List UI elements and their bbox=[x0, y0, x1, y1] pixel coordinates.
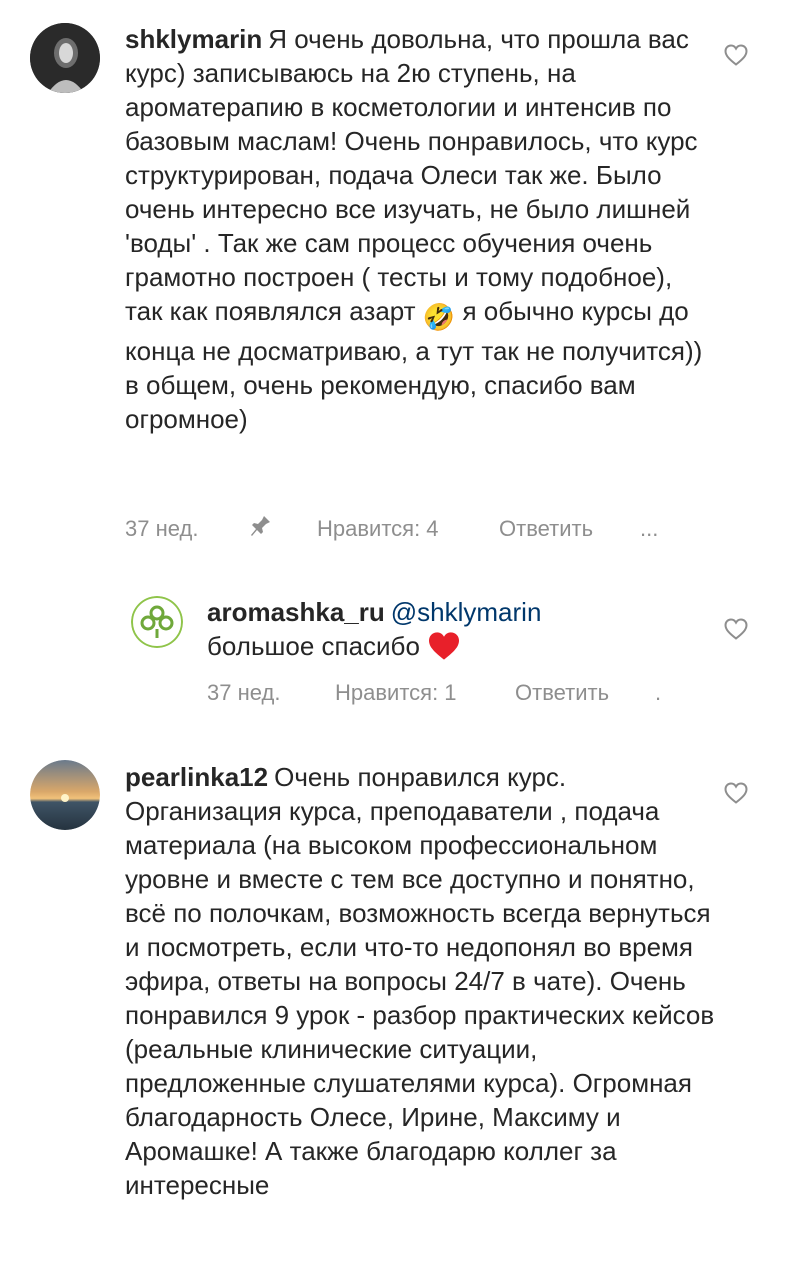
comment-meta: 37 нед. Нравится: 4 Ответить ... bbox=[125, 516, 745, 542]
avatar-image bbox=[30, 760, 100, 830]
comment-body: Очень понравился курс. Организация курса… bbox=[125, 762, 715, 1200]
comment-likes-count[interactable]: Нравится: 4 bbox=[317, 516, 439, 542]
reply-button[interactable]: Ответить bbox=[499, 516, 593, 542]
avatar-image bbox=[30, 23, 100, 93]
comment-time: 37 нед. bbox=[125, 516, 199, 541]
comment-time: 37 нед. bbox=[207, 680, 281, 705]
comment-username[interactable]: aromashka_ru bbox=[207, 597, 385, 627]
comment-likes-count[interactable]: Нравится: 1 bbox=[335, 680, 457, 706]
more-options-icon[interactable]: ... bbox=[640, 516, 658, 542]
comment-username[interactable]: pearlinka12 bbox=[125, 762, 268, 792]
comment-meta: 37 нед. Нравится: 1 Ответить . bbox=[207, 680, 677, 706]
avatar[interactable] bbox=[30, 760, 100, 830]
comment-body: большое спасибо bbox=[207, 631, 420, 661]
avatar[interactable] bbox=[30, 23, 100, 93]
reply-button[interactable]: Ответить bbox=[515, 680, 609, 706]
red-heart-emoji-icon bbox=[427, 631, 461, 669]
like-heart-icon[interactable] bbox=[724, 618, 748, 640]
comment-username[interactable]: shklymarin bbox=[125, 24, 262, 54]
like-heart-icon[interactable] bbox=[724, 782, 748, 804]
avatar-image bbox=[131, 596, 183, 648]
rofl-emoji-icon: 🤣 bbox=[422, 302, 456, 332]
comment-body: Я очень довольна, что прошла вас курс) з… bbox=[125, 24, 698, 326]
like-heart-icon[interactable] bbox=[724, 44, 748, 66]
comment-text: aromashka_ru @shklymarin большое спасибо bbox=[207, 595, 717, 669]
pin-icon[interactable] bbox=[250, 514, 272, 544]
comment-text: pearlinka12 Очень понравился курс. Органи… bbox=[125, 760, 715, 1202]
mention-link[interactable]: @shklymarin bbox=[391, 597, 542, 627]
avatar[interactable] bbox=[131, 596, 183, 648]
more-options-icon[interactable]: . bbox=[655, 680, 661, 706]
comment-text: shklymarin Я очень довольна, что прошла в… bbox=[125, 22, 715, 436]
